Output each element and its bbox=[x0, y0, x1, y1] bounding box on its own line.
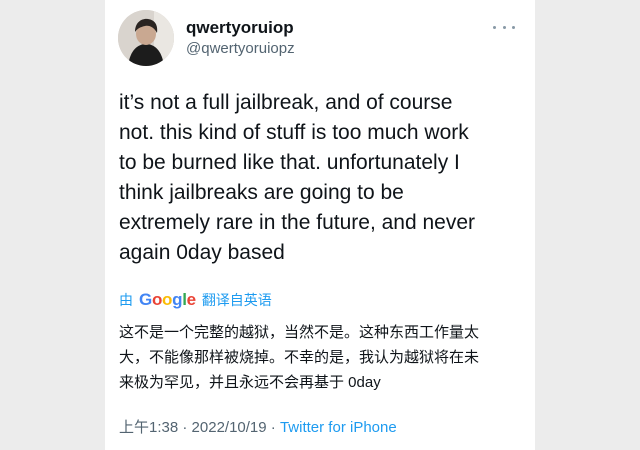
meta-separator: · bbox=[266, 419, 280, 436]
tweet-meta: 上午1:38 · 2022/10/19 · Twitter for iPhone bbox=[119, 416, 397, 437]
tweet-source[interactable]: Twitter for iPhone bbox=[280, 419, 397, 436]
tweet-line: extremely rare in the future, and never bbox=[119, 211, 476, 234]
tweet-text: it’s not a full jailbreak, and of course… bbox=[119, 88, 529, 268]
translate-prefix: 由 bbox=[119, 292, 133, 308]
tweet-line: to be burned like that. unfortunately I bbox=[119, 151, 460, 174]
google-logo: Google bbox=[139, 290, 196, 309]
translated-line: 大，不能像那样被烧掉。不幸的是，我认为越狱将在未 bbox=[119, 349, 480, 366]
tweet-line: think jailbreaks are going to be bbox=[119, 181, 404, 204]
translated-by-google[interactable]: 由 Google 翻译自英语 bbox=[119, 290, 272, 310]
tweet-line: not. this kind of stuff is too much work bbox=[119, 121, 469, 144]
more-options-icon[interactable] bbox=[493, 20, 515, 34]
translated-text: 这不是一个完整的越狱，当然不是。这种东西工作量太 大，不能像那样被烧掉。不幸的是… bbox=[119, 320, 529, 395]
display-name[interactable]: qwertyoruiop bbox=[186, 18, 294, 38]
tweet-line: it’s not a full jailbreak, and of course bbox=[119, 91, 453, 114]
tweet-time[interactable]: 上午1:38 bbox=[119, 419, 178, 436]
meta-separator: · bbox=[178, 419, 192, 436]
translated-line: 来极为罕见，并且永远不会再基于 0day bbox=[119, 374, 381, 391]
tweet-date[interactable]: 2022/10/19 bbox=[192, 419, 267, 436]
translated-line: 这不是一个完整的越狱，当然不是。这种东西工作量太 bbox=[119, 324, 480, 341]
tweet-line: again 0day based bbox=[119, 241, 285, 264]
translate-suffix: 翻译自英语 bbox=[201, 292, 272, 308]
tweet-card: qwertyoruiop @qwertyoruiopz it’s not a f… bbox=[105, 0, 535, 450]
profile-photo bbox=[118, 10, 174, 66]
avatar[interactable] bbox=[118, 10, 174, 66]
user-handle[interactable]: @qwertyoruiopz bbox=[186, 40, 295, 57]
